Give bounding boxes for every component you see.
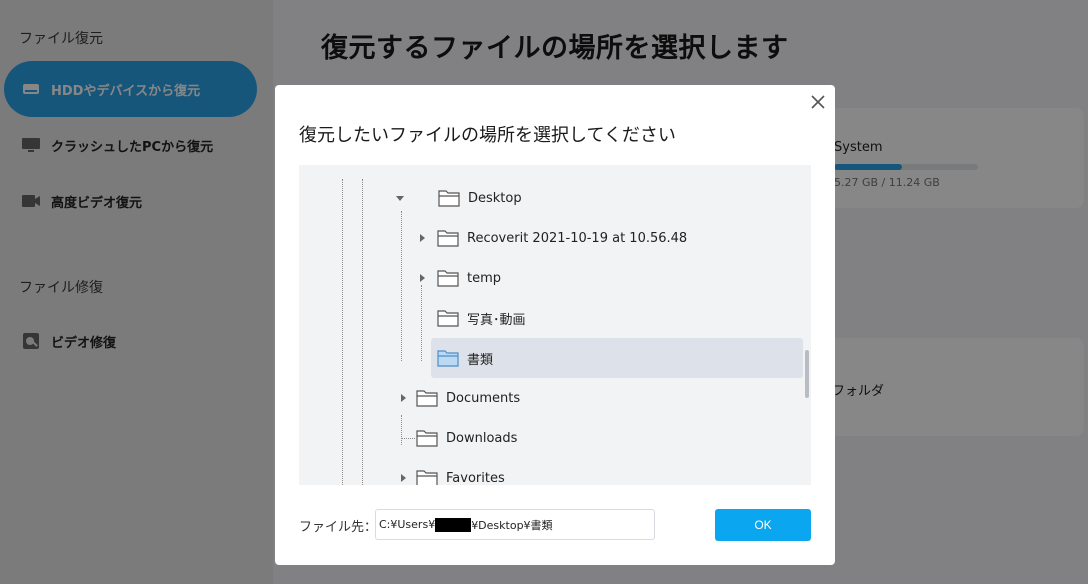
chevron-right-icon[interactable] xyxy=(418,274,426,282)
tree-item-temp[interactable]: temp xyxy=(415,258,805,298)
folder-icon xyxy=(416,390,438,407)
folder-icon xyxy=(437,350,459,367)
folder-icon xyxy=(416,430,438,447)
dialog-title: 復元したいファイルの場所を選択してください xyxy=(299,125,676,146)
chevron-right-icon[interactable] xyxy=(418,234,426,242)
tree-item-downloads[interactable]: Downloads xyxy=(396,418,806,458)
tree-item-photos-videos[interactable]: 写真･動画 xyxy=(415,298,805,338)
chevron-right-icon[interactable] xyxy=(399,474,407,482)
chevron-down-icon[interactable] xyxy=(396,194,404,202)
destination-path-prefix: C:¥Users¥ xyxy=(379,518,436,531)
tree-item-favorites[interactable]: Favorites xyxy=(396,458,806,485)
tree-item-desktop[interactable]: Desktop xyxy=(396,178,806,218)
tree-item-recoverit[interactable]: Recoverit 2021-10-19 at 10.56.48 xyxy=(415,218,805,258)
destination-label: ファイル先： xyxy=(299,520,378,535)
tree-item-label: Downloads xyxy=(446,430,518,446)
tree-item-label: temp xyxy=(467,270,502,286)
tree-item-documents[interactable]: Documents xyxy=(396,378,806,418)
ok-button[interactable]: OK xyxy=(715,509,811,541)
folder-icon xyxy=(437,230,459,247)
destination-path-field[interactable]: C:¥Users¥ ¥Desktop¥書類 xyxy=(375,509,655,540)
folder-icon xyxy=(416,470,438,485)
folder-icon xyxy=(437,270,459,287)
tree-guide-line xyxy=(342,179,343,485)
tree-item-documents-ja[interactable]: 書類 xyxy=(431,338,803,378)
destination-path-suffix: ¥Desktop¥書類 xyxy=(471,518,553,532)
redacted-username xyxy=(435,517,472,532)
folder-icon xyxy=(437,310,459,327)
close-icon[interactable] xyxy=(809,93,827,111)
tree-item-label: Recoverit 2021-10-19 at 10.56.48 xyxy=(467,230,688,246)
chevron-right-icon[interactable] xyxy=(399,394,407,402)
tree-item-label: 書類 xyxy=(467,352,494,368)
tree-item-label: Favorites xyxy=(446,470,505,486)
tree-guide-line xyxy=(362,179,363,485)
tree-guide-line xyxy=(401,211,402,361)
select-location-dialog: 復元したいファイルの場所を選択してください Desktop Recoverit … xyxy=(275,85,835,565)
tree-item-label: Desktop xyxy=(468,190,522,206)
tree-item-label: 写真･動画 xyxy=(467,312,526,328)
tree-scrollbar[interactable] xyxy=(805,350,809,398)
tree-item-label: Documents xyxy=(446,390,521,406)
folder-tree[interactable]: Desktop Recoverit 2021-10-19 at 10.56.48… xyxy=(299,165,811,485)
folder-icon xyxy=(438,190,460,207)
